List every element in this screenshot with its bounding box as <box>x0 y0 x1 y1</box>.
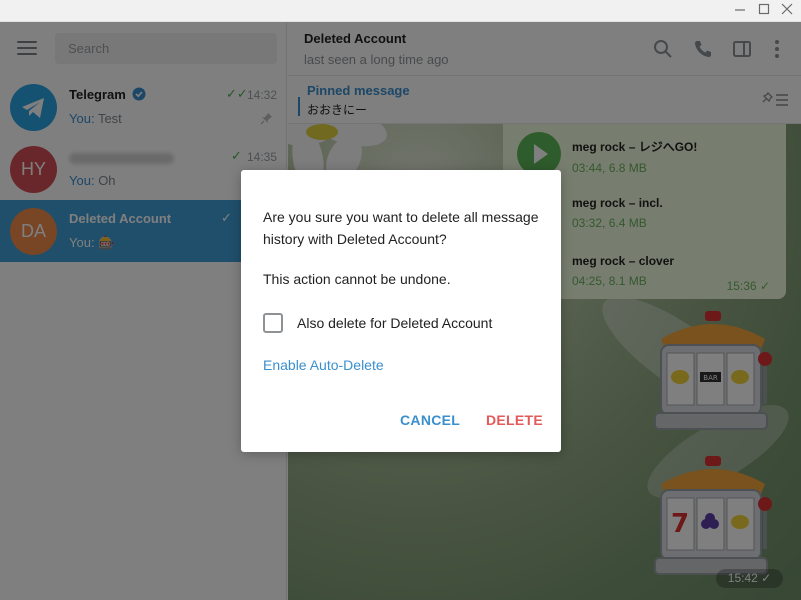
cancel-button[interactable]: CANCEL <box>400 412 460 428</box>
delete-history-dialog: Are you sure you want to delete all mess… <box>241 170 561 452</box>
also-delete-label[interactable]: Also delete for Deleted Account <box>297 315 492 331</box>
delete-button[interactable]: DELETE <box>486 412 543 428</box>
close-icon[interactable] <box>778 3 796 19</box>
dialog-warning: This action cannot be undone. <box>263 271 451 287</box>
enable-auto-delete-link[interactable]: Enable Auto-Delete <box>263 357 384 373</box>
maximize-icon[interactable] <box>755 3 773 19</box>
dialog-question: Are you sure you want to delete all mess… <box>263 209 539 247</box>
minimize-icon[interactable] <box>731 3 749 19</box>
window-titlebar <box>0 0 801 22</box>
also-delete-checkbox[interactable] <box>263 313 283 333</box>
